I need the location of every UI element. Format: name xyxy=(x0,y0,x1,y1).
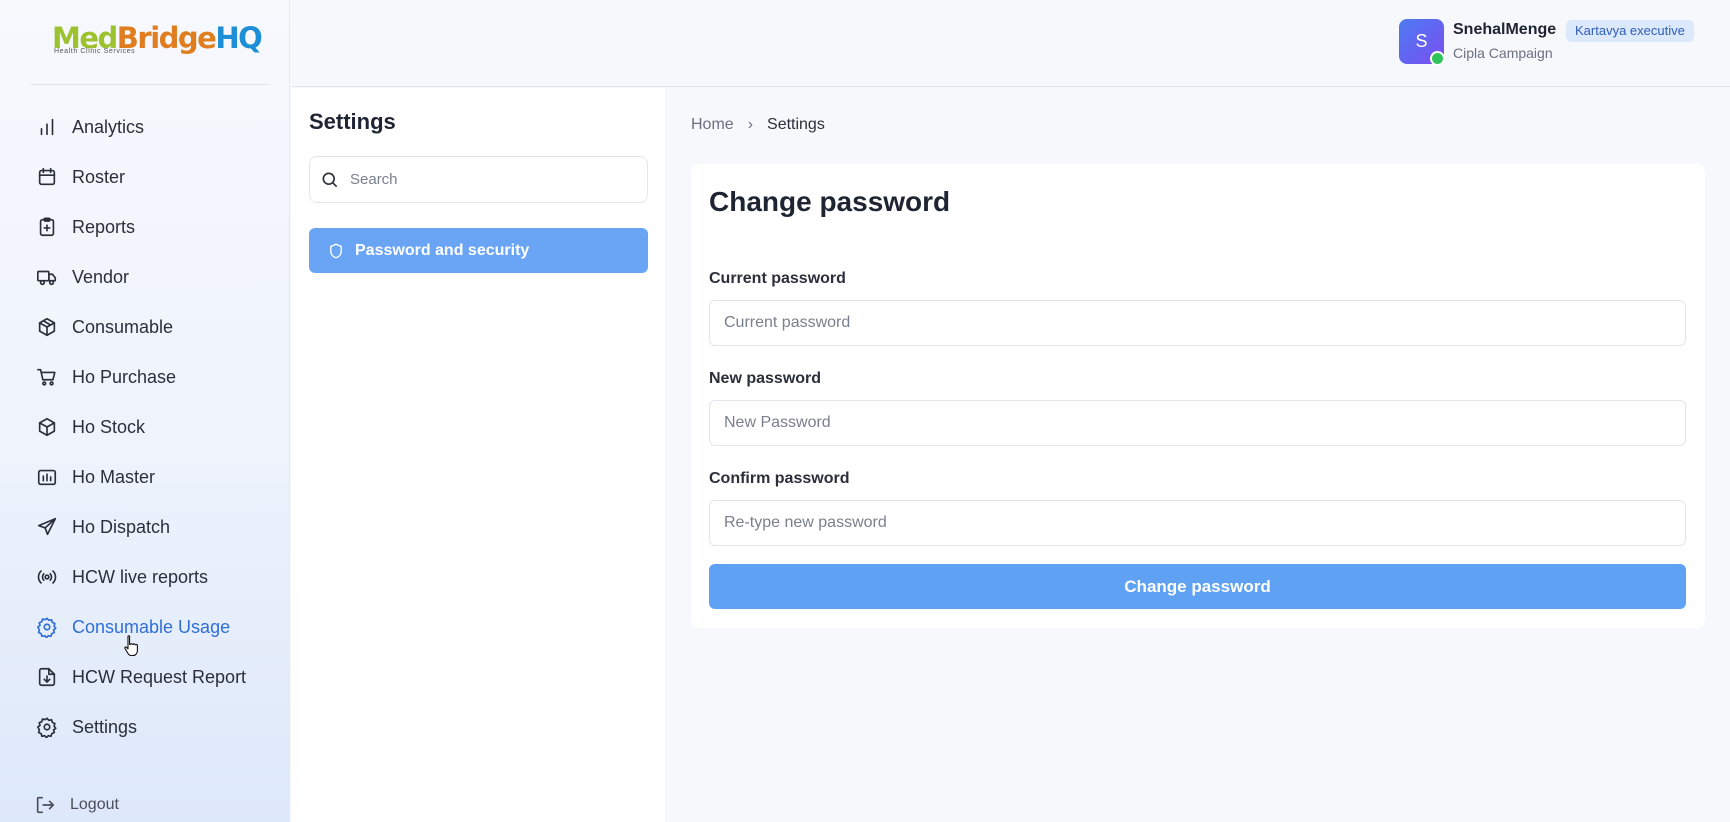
sidebar-item-label: Reports xyxy=(72,216,136,237)
user-campaign: Cipla Campaign xyxy=(1453,45,1553,61)
logout-button[interactable]: Logout xyxy=(34,794,119,816)
sidebar-item-hcw-request-report[interactable]: HCW Request Report xyxy=(34,652,274,702)
settings-search[interactable] xyxy=(309,156,648,203)
logo-divider xyxy=(30,84,270,85)
user-name: SnehalMenge xyxy=(1453,21,1557,38)
settings-panel: Settings Password and security xyxy=(291,88,665,822)
sidebar-item-label: Analytics xyxy=(72,116,145,137)
cart-icon xyxy=(34,364,60,390)
sidebar-item-ho-stock[interactable]: Ho Stock xyxy=(34,402,274,452)
sidebar-item-vendor[interactable]: Vendor xyxy=(34,252,274,302)
sidebar-item-consumable[interactable]: Consumable xyxy=(34,302,274,352)
sidebar-item-ho-purchase[interactable]: Ho Purchase xyxy=(34,352,274,402)
sidebar-item-analytics[interactable]: Analytics xyxy=(34,102,274,152)
folder-chart-icon xyxy=(34,464,60,490)
confirm-password-label: Confirm password xyxy=(709,470,850,487)
breadcrumb-current: Settings xyxy=(767,116,825,133)
current-password-field[interactable] xyxy=(709,300,1686,346)
truck-icon xyxy=(34,264,60,290)
package-icon xyxy=(34,314,60,340)
settings-title: Settings xyxy=(309,109,396,134)
search-input[interactable] xyxy=(350,171,630,188)
page-title: Change password xyxy=(709,186,951,217)
broadcast-icon xyxy=(34,564,60,590)
gear-icon xyxy=(34,714,60,740)
current-password-label: Current password xyxy=(709,270,846,287)
clipboard-plus-icon xyxy=(34,214,60,240)
sidebar-item-ho-master[interactable]: Ho Master xyxy=(34,452,274,502)
box-icon xyxy=(34,414,60,440)
avatar-initial: S xyxy=(1415,31,1428,51)
new-password-label: New password xyxy=(709,370,822,387)
medbridgehq-logo[interactable]: MedBridgeHQ Health Clinic Services xyxy=(52,22,263,60)
sidebar-item-ho-dispatch[interactable]: Ho Dispatch xyxy=(34,502,274,552)
logout-label: Logout xyxy=(70,796,119,813)
sidebar: MedBridgeHQ Health Clinic Services Analy… xyxy=(0,0,290,822)
chevron-right-icon: › xyxy=(747,116,754,133)
sidebar-item-hcw-live-reports[interactable]: HCW live reports xyxy=(34,552,274,602)
sidebar-item-label: Ho Purchase xyxy=(72,366,177,387)
breadcrumb-home-link[interactable]: Home xyxy=(691,116,734,134)
sidebar-item-consumable-usage[interactable]: Consumable Usage xyxy=(34,602,274,652)
change-password-card: Change password Current password New pas… xyxy=(691,164,1705,628)
bar-chart-icon xyxy=(34,114,60,140)
sidebar-item-reports[interactable]: Reports xyxy=(34,202,274,252)
breadcrumb: Home › Settings xyxy=(691,116,825,134)
sidebar-item-label: Roster xyxy=(72,166,126,187)
sidebar-item-label: HCW Request Report xyxy=(72,666,247,687)
sidebar-item-roster[interactable]: Roster xyxy=(34,152,274,202)
top-header xyxy=(291,0,1730,87)
shield-icon xyxy=(330,243,342,258)
gear-icon xyxy=(34,614,60,640)
sidebar-item-label: Vendor xyxy=(72,266,130,287)
confirm-password-field[interactable] xyxy=(709,500,1686,546)
sidebar-item-label: Ho Dispatch xyxy=(72,516,171,537)
online-status-dot xyxy=(1430,51,1445,66)
new-password-field[interactable] xyxy=(709,400,1686,446)
search-icon xyxy=(322,172,338,187)
sidebar-item-label: Ho Stock xyxy=(72,416,146,437)
sidebar-item-label: HCW live reports xyxy=(72,566,209,587)
role-badge: Kartavya executive xyxy=(1566,20,1694,42)
file-download-icon xyxy=(34,664,60,690)
logout-icon xyxy=(36,796,55,814)
sidebar-nav: Analytics Roster Reports Vendor Consumab… xyxy=(34,102,274,752)
settings-item-label: Password and security xyxy=(355,241,530,259)
change-password-button[interactable]: Change password xyxy=(709,564,1686,609)
send-icon xyxy=(34,514,60,540)
calendar-icon xyxy=(34,164,60,190)
sidebar-item-label: Consumable Usage xyxy=(72,616,231,637)
sidebar-item-label: Settings xyxy=(72,716,138,737)
sidebar-item-label: Consumable xyxy=(72,316,174,337)
sidebar-item-settings[interactable]: Settings xyxy=(34,702,274,752)
sidebar-item-label: Ho Master xyxy=(72,466,156,487)
hand-pointer-cursor-icon xyxy=(124,635,138,657)
settings-item-password-security[interactable]: Password and security xyxy=(309,228,648,273)
